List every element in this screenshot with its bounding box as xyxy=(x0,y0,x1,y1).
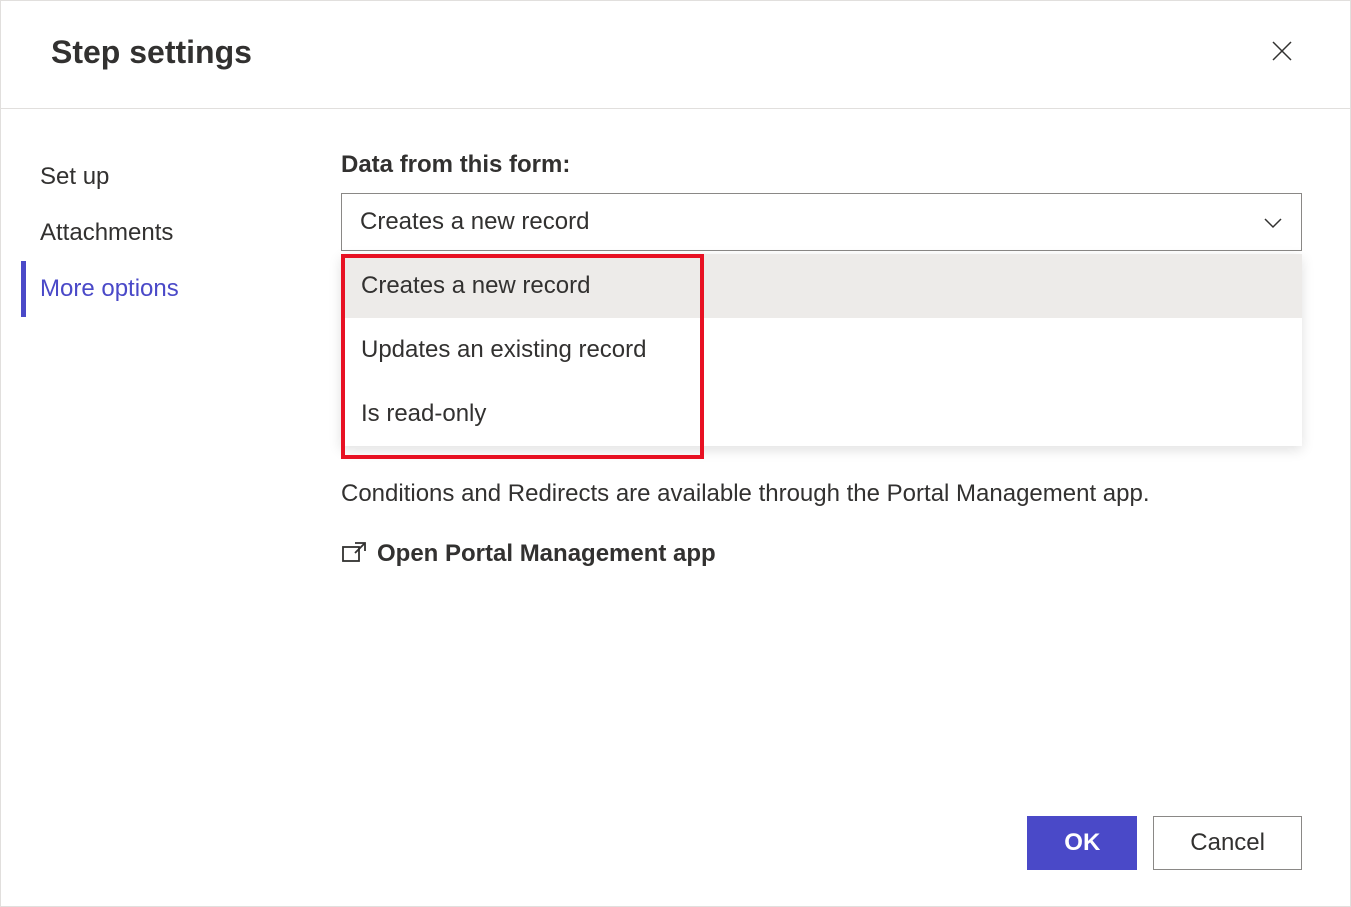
dialog-title: Step settings xyxy=(51,34,252,71)
dialog-header: Step settings xyxy=(1,1,1350,109)
sidebar-item-label: Set up xyxy=(40,163,109,190)
dropdown-list: Creates a new record Updates an existing… xyxy=(341,254,1302,446)
info-text: Conditions and Redirects are available t… xyxy=(341,476,1302,512)
link-text: Open Portal Management app xyxy=(377,540,716,568)
sidebar-item-label: More options xyxy=(40,275,179,302)
info-section: Conditions and Redirects are available t… xyxy=(341,476,1302,568)
main-content: Data from this form: Creates a new recor… xyxy=(341,109,1350,792)
sidebar-item-setup[interactable]: Set up xyxy=(21,149,341,205)
sidebar-item-more-options[interactable]: More options xyxy=(21,261,341,317)
dropdown-option-read-only[interactable]: Is read-only xyxy=(341,382,1302,446)
data-from-form-select[interactable]: Creates a new record xyxy=(341,193,1302,251)
dropdown-option-creates-new[interactable]: Creates a new record xyxy=(341,254,1302,318)
dialog-footer: OK Cancel xyxy=(1,792,1350,906)
step-settings-dialog: Step settings Set up Attachments More op… xyxy=(0,0,1351,907)
dropdown-option-label: Creates a new record xyxy=(361,272,590,299)
ok-button[interactable]: OK xyxy=(1027,816,1137,870)
open-portal-link[interactable]: Open Portal Management app xyxy=(341,540,1302,568)
chevron-down-icon xyxy=(1263,208,1283,236)
dropdown-option-label: Updates an existing record xyxy=(361,336,647,363)
select-value: Creates a new record xyxy=(360,208,589,236)
dropdown-option-label: Is read-only xyxy=(361,400,486,427)
external-link-icon xyxy=(341,541,367,568)
form-field-label: Data from this form: xyxy=(341,151,1302,179)
close-icon xyxy=(1270,39,1294,66)
sidebar-item-attachments[interactable]: Attachments xyxy=(21,205,341,261)
close-button[interactable] xyxy=(1264,33,1300,72)
cancel-button[interactable]: Cancel xyxy=(1153,816,1302,870)
dropdown-option-updates-existing[interactable]: Updates an existing record xyxy=(341,318,1302,382)
sidebar: Set up Attachments More options xyxy=(1,109,341,792)
dialog-body: Set up Attachments More options Data fro… xyxy=(1,109,1350,792)
sidebar-item-label: Attachments xyxy=(40,219,173,246)
